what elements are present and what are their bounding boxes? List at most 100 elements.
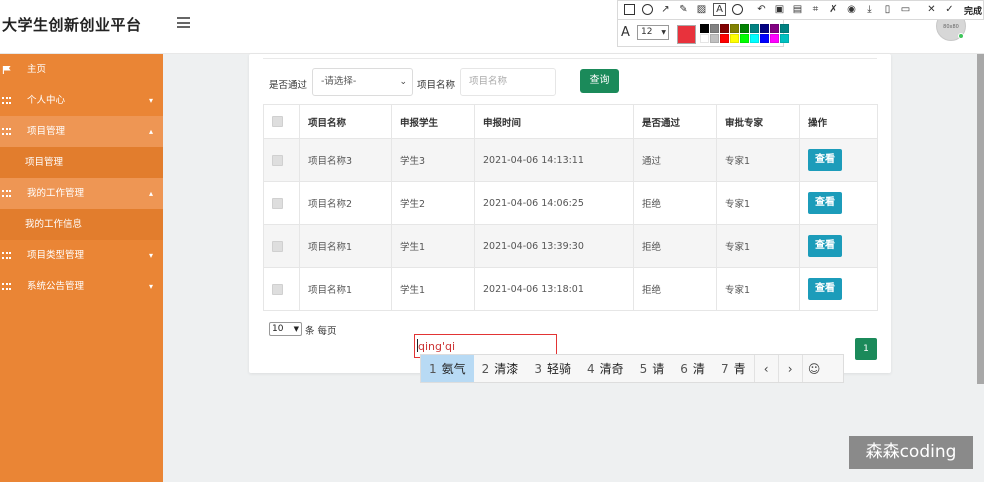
menu-toggle-icon[interactable] bbox=[177, 17, 190, 28]
view-button[interactable]: 查看 bbox=[808, 278, 842, 300]
color-swatch[interactable] bbox=[700, 24, 709, 33]
ime-candidate[interactable]: 4 清奇 bbox=[579, 355, 632, 382]
sidebar-item-my-work[interactable]: 我的工作管理 ▴ bbox=[0, 178, 163, 209]
page-size-select[interactable]: 10 ▼ bbox=[269, 322, 302, 336]
pen-tool-icon[interactable]: ✎ bbox=[678, 4, 689, 15]
color-swatch[interactable] bbox=[760, 24, 769, 33]
pin-icon[interactable]: ▣ bbox=[774, 4, 785, 15]
ellipse-tool-icon[interactable] bbox=[642, 4, 653, 15]
check-icon[interactable]: ✓ bbox=[944, 4, 955, 15]
text-tool-icon[interactable]: A bbox=[713, 3, 726, 16]
select-all-checkbox[interactable] bbox=[272, 116, 283, 127]
arrow-tool-icon[interactable]: ↗ bbox=[660, 4, 671, 15]
select-all-cell bbox=[263, 104, 300, 139]
color-swatch[interactable] bbox=[730, 24, 739, 33]
cell-expert: 专家1 bbox=[716, 224, 800, 268]
table-row: 项目名称1 学生1 2021-04-06 13:39:30 拒绝 专家1 查看 bbox=[263, 224, 878, 268]
sidebar-item-home[interactable]: 主页 bbox=[0, 54, 163, 85]
sidebar-item-personal-center[interactable]: 个人中心 ▾ bbox=[0, 85, 163, 116]
download-icon[interactable]: ⤓ bbox=[864, 4, 875, 15]
close-icon[interactable]: ✕ bbox=[926, 4, 937, 15]
ime-candidate[interactable]: 7青 bbox=[713, 355, 754, 382]
table-row: 项目名称1 学生1 2021-04-06 13:18:01 拒绝 专家1 查看 bbox=[263, 267, 878, 311]
color-swatch[interactable] bbox=[770, 24, 779, 33]
ime-candidate[interactable]: 2 清漆 bbox=[474, 355, 527, 382]
chevron-down-icon: ▼ bbox=[293, 325, 299, 333]
mosaic-tool-icon[interactable]: ▨ bbox=[696, 4, 707, 15]
cell-time: 2021-04-06 13:39:30 bbox=[474, 224, 634, 268]
color-swatch[interactable] bbox=[780, 24, 789, 33]
color-swatch[interactable] bbox=[770, 34, 779, 43]
sidebar-item-announcements[interactable]: 系统公告管理 ▾ bbox=[0, 271, 163, 302]
bookmark-icon[interactable]: ▭ bbox=[900, 4, 911, 15]
chevron-down-icon: ▼ bbox=[661, 29, 666, 36]
sidebar-item-project-management[interactable]: 项目管理 ▴ bbox=[0, 116, 163, 147]
view-button[interactable]: 查看 bbox=[808, 235, 842, 257]
color-swatch[interactable] bbox=[730, 34, 739, 43]
done-button[interactable]: 完成 bbox=[964, 4, 982, 17]
rectangle-tool-icon[interactable] bbox=[624, 4, 635, 15]
screenshot-toolbar: ↗ ✎ ▨ A ↶ ▣ ▤ ⌗ ✗ ◉ ⤓ ▯ ▭ ✕ ✓ 完成 bbox=[617, 0, 984, 20]
record-icon[interactable]: ◉ bbox=[846, 4, 857, 15]
color-swatch[interactable] bbox=[720, 34, 729, 43]
emoji-icon[interactable]: ☺ bbox=[801, 355, 826, 382]
sidebar-subitem-my-work-info[interactable]: 我的工作信息 bbox=[0, 209, 163, 240]
ime-prev-icon[interactable]: ‹ bbox=[753, 355, 778, 382]
scan-icon[interactable]: ⌗ bbox=[810, 4, 821, 15]
current-color-swatch[interactable] bbox=[677, 25, 696, 44]
view-button[interactable]: 查看 bbox=[808, 192, 842, 214]
color-swatch[interactable] bbox=[710, 24, 719, 33]
cell-time: 2021-04-06 14:06:25 bbox=[474, 181, 634, 225]
col-header: 申报时间 bbox=[474, 104, 634, 139]
row-checkbox[interactable] bbox=[272, 197, 283, 209]
save-icon[interactable]: ▯ bbox=[882, 4, 893, 15]
chevron-up-icon: ▴ bbox=[148, 127, 153, 136]
sidebar-item-label: 系统公告管理 bbox=[27, 281, 85, 292]
number-tool-icon[interactable] bbox=[732, 4, 743, 15]
grid-icon bbox=[2, 190, 11, 198]
ime-candidate[interactable]: 6清 bbox=[672, 355, 713, 382]
font-size-select[interactable]: 12 ▼ bbox=[637, 25, 669, 40]
row-checkbox[interactable] bbox=[272, 240, 283, 252]
row-checkbox[interactable] bbox=[272, 154, 283, 166]
page-button-current[interactable]: 1 bbox=[855, 338, 877, 360]
color-swatch[interactable] bbox=[710, 34, 719, 43]
grid-icon bbox=[2, 252, 11, 260]
project-name-input[interactable]: 项目名称 bbox=[460, 68, 556, 96]
ime-next-icon[interactable]: › bbox=[777, 355, 802, 382]
translate-icon[interactable]: ✗ bbox=[828, 4, 839, 15]
ime-composition-text: qing'qi bbox=[418, 340, 456, 353]
cell-student: 学生2 bbox=[391, 181, 475, 225]
ime-candidate[interactable]: 1 氨气 bbox=[421, 355, 474, 382]
color-swatch[interactable] bbox=[750, 34, 759, 43]
row-checkbox[interactable] bbox=[272, 283, 283, 295]
grid-icon bbox=[2, 128, 11, 136]
sidebar-item-project-types[interactable]: 项目类型管理 ▾ bbox=[0, 240, 163, 271]
query-button[interactable]: 查询 bbox=[580, 69, 619, 93]
color-swatch[interactable] bbox=[760, 34, 769, 43]
row-select-cell bbox=[263, 138, 300, 182]
scrollbar[interactable] bbox=[977, 54, 984, 384]
sidebar-subitem-project-management[interactable]: 项目管理 bbox=[0, 147, 163, 178]
passed-select-value: -请选择- bbox=[321, 76, 357, 87]
view-button[interactable]: 查看 bbox=[808, 149, 842, 171]
undo-icon[interactable]: ↶ bbox=[756, 4, 767, 15]
cell-expert: 专家1 bbox=[716, 138, 800, 182]
ocr-icon[interactable]: ▤ bbox=[792, 4, 803, 15]
ime-candidate[interactable]: 5请 bbox=[632, 355, 673, 382]
passed-select[interactable]: -请选择- ⌄ bbox=[312, 68, 413, 96]
color-swatch[interactable] bbox=[740, 24, 749, 33]
project-table: 项目名称 申报学生 申报时间 是否通过 审批专家 操作 项目名称3 学生3 20… bbox=[263, 104, 878, 311]
cell-status: 拒绝 bbox=[633, 224, 717, 268]
row-select-cell bbox=[263, 181, 300, 225]
ime-candidate[interactable]: 3 轻骑 bbox=[526, 355, 579, 382]
color-swatch[interactable] bbox=[700, 34, 709, 43]
cell-project-name: 项目名称2 bbox=[299, 181, 392, 225]
col-header: 申报学生 bbox=[391, 104, 475, 139]
color-swatch[interactable] bbox=[740, 34, 749, 43]
color-swatch[interactable] bbox=[780, 34, 789, 43]
sidebar-item-label: 项目类型管理 bbox=[27, 250, 85, 261]
color-swatch[interactable] bbox=[750, 24, 759, 33]
page-size-value: 10 bbox=[272, 324, 284, 334]
color-swatch[interactable] bbox=[720, 24, 729, 33]
